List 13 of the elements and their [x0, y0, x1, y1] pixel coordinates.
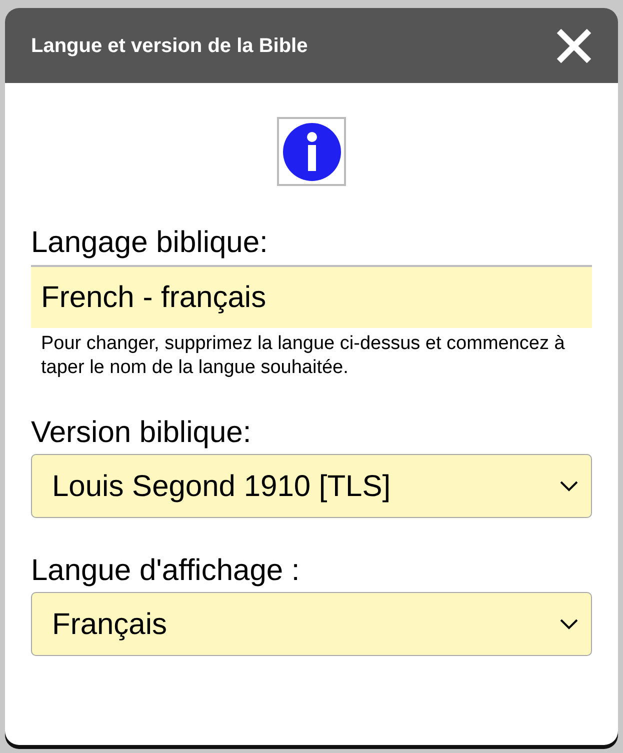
- close-icon: [555, 26, 593, 64]
- field-label: Langage biblique:: [31, 226, 269, 260]
- field-label: Version biblique:: [31, 416, 252, 450]
- language-field[interactable]: French - français: [31, 265, 592, 328]
- chevron-down-icon: [559, 480, 579, 492]
- dropdown-select[interactable]: Français: [31, 592, 592, 656]
- chevron-down-icon: [559, 618, 579, 630]
- field-label: Langue d'affichage :: [31, 554, 301, 588]
- info-icon: [282, 122, 340, 180]
- help-text: Pour changer, supprimez la langue ci-dessus et commencez à taper le nom de la langue souhaitée.: [40, 332, 566, 380]
- dialog-title: Langue et version de la Bible: [31, 34, 308, 58]
- info-button[interactable]: [277, 117, 346, 186]
- dropdown-select[interactable]: Louis Segond 1910 [TLS]: [31, 454, 592, 518]
